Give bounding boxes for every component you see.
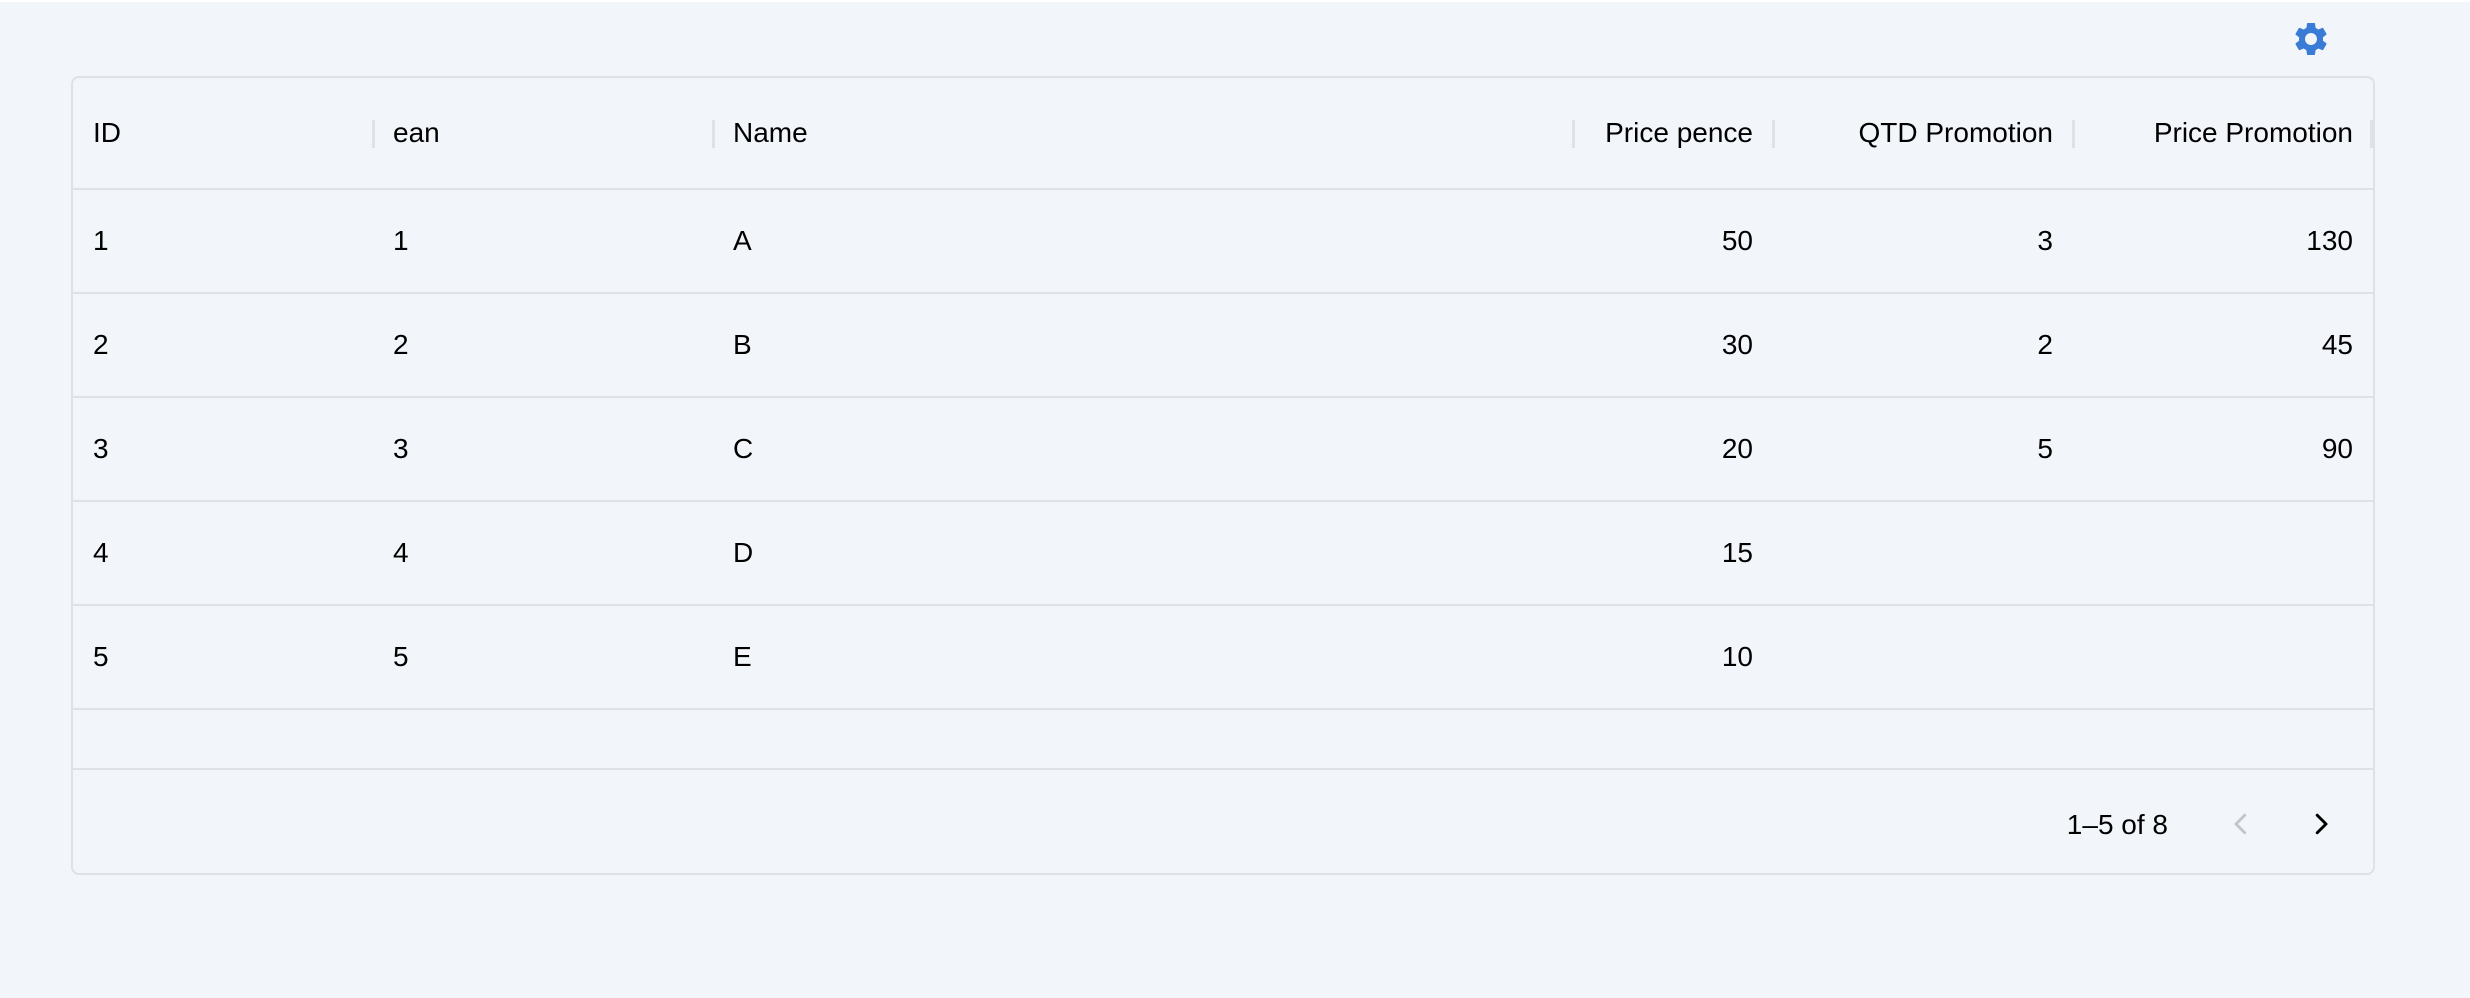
cell-qtd-promotion: 5 xyxy=(2037,433,2053,464)
cell-qtd-promotion: 3 xyxy=(2037,225,2053,256)
cell-ean: 3 xyxy=(393,433,409,464)
cell-price-pence: 50 xyxy=(1721,225,1753,256)
cell-id: 4 xyxy=(93,537,109,568)
column-header-name[interactable]: Name xyxy=(713,78,1573,188)
cell-ean: 5 xyxy=(393,641,409,672)
cell-id: 5 xyxy=(93,641,109,672)
column-header-price-promotion[interactable]: Price Promotion xyxy=(2073,78,2373,188)
pagination-range: 1–5 of 8 xyxy=(2066,808,2168,840)
previous-page-button[interactable] xyxy=(2215,798,2267,850)
table-row[interactable]: 2 2 B 30 2 45 xyxy=(73,294,2373,398)
cell-ean: 4 xyxy=(393,537,409,568)
cell-price-pence: 20 xyxy=(1721,433,1753,464)
next-page-button[interactable] xyxy=(2295,798,2347,850)
cell-name: E xyxy=(733,641,752,672)
table-footer: 1–5 of 8 xyxy=(73,776,2373,873)
chevron-left-icon xyxy=(2234,813,2247,835)
gear-icon xyxy=(2295,22,2327,55)
cell-id: 2 xyxy=(93,329,109,360)
cell-name: B xyxy=(733,329,752,360)
cell-price-pence: 10 xyxy=(1721,641,1753,672)
table-row[interactable]: 1 1 A 50 3 130 xyxy=(73,190,2373,294)
empty-row-filler xyxy=(73,710,2373,770)
cell-ean: 2 xyxy=(393,329,409,360)
cell-price-promotion: 45 xyxy=(2321,329,2353,360)
page: ID ean Name Price pence QTD Promotion Pr… xyxy=(0,0,2470,998)
cell-price-promotion xyxy=(2073,606,2373,708)
cell-qtd-promotion: 2 xyxy=(2037,329,2053,360)
cell-price-promotion: 130 xyxy=(2306,225,2353,256)
data-grid: ID ean Name Price pence QTD Promotion Pr… xyxy=(71,76,2375,875)
column-header-qtd-promotion[interactable]: QTD Promotion xyxy=(1773,78,2073,188)
cell-ean: 1 xyxy=(393,225,409,256)
cell-name: C xyxy=(733,433,754,464)
chevron-right-icon xyxy=(2315,813,2328,835)
cell-price-pence: 30 xyxy=(1721,329,1753,360)
cell-qtd-promotion xyxy=(1773,606,2073,708)
settings-button[interactable] xyxy=(2290,18,2332,60)
table-row[interactable]: 4 4 D 15 xyxy=(73,502,2373,606)
cell-id: 3 xyxy=(93,433,109,464)
table-row[interactable]: 5 5 E 10 xyxy=(73,606,2373,710)
cell-price-promotion: 90 xyxy=(2321,433,2353,464)
table-row[interactable]: 3 3 C 20 5 90 xyxy=(73,398,2373,502)
column-header-ean[interactable]: ean xyxy=(373,78,713,188)
cell-name: D xyxy=(733,537,754,568)
column-separator[interactable] xyxy=(2370,120,2373,148)
cell-qtd-promotion xyxy=(1773,502,2073,604)
table-header-row: ID ean Name Price pence QTD Promotion Pr… xyxy=(73,78,2373,190)
column-header-price-pence[interactable]: Price pence xyxy=(1573,78,1773,188)
cell-price-promotion xyxy=(2073,502,2373,604)
cell-id: 1 xyxy=(93,225,109,256)
cell-price-pence: 15 xyxy=(1721,537,1753,568)
cell-name: A xyxy=(733,225,752,256)
column-header-id[interactable]: ID xyxy=(73,78,373,188)
